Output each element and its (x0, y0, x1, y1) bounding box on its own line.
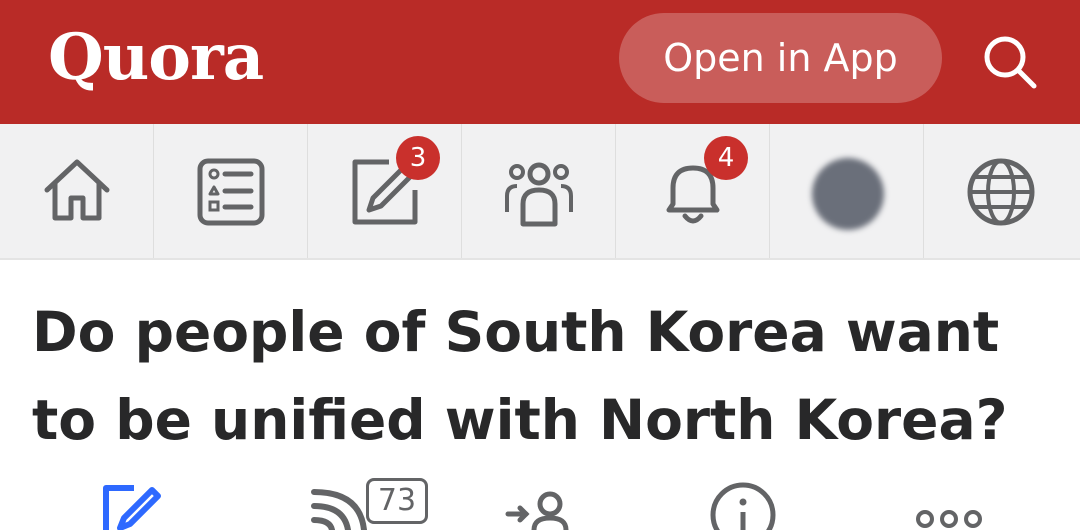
info-icon[interactable] (710, 482, 776, 530)
list-icon (197, 158, 265, 226)
answer-icon[interactable] (100, 476, 164, 530)
notifications-badge: 4 (704, 136, 748, 180)
tab-languages[interactable] (924, 124, 1078, 258)
follow-count: 73 (366, 478, 428, 524)
question-title: Do people of South Korea want to be unif… (32, 300, 1008, 452)
answer-badge: 3 (396, 136, 440, 180)
tab-following[interactable] (154, 124, 308, 258)
top-header: Quora Open in App (0, 0, 1080, 124)
follow-icon[interactable] (308, 486, 372, 530)
tab-notifications[interactable]: 4 (616, 124, 770, 258)
avatar[interactable] (812, 158, 884, 230)
open-in-app-button[interactable]: Open in App (619, 13, 942, 103)
people-icon (505, 162, 573, 227)
tab-home[interactable] (0, 124, 154, 258)
search-icon[interactable] (978, 30, 1042, 94)
globe-icon (967, 158, 1035, 226)
more-icon[interactable] (914, 508, 984, 530)
quora-logo[interactable]: Quora (48, 20, 264, 96)
tab-spaces[interactable] (462, 124, 616, 258)
request-icon[interactable] (504, 490, 574, 530)
tab-answer[interactable]: 3 (308, 124, 462, 258)
nav-bar: 3 4 (0, 124, 1080, 260)
home-icon (44, 159, 110, 221)
